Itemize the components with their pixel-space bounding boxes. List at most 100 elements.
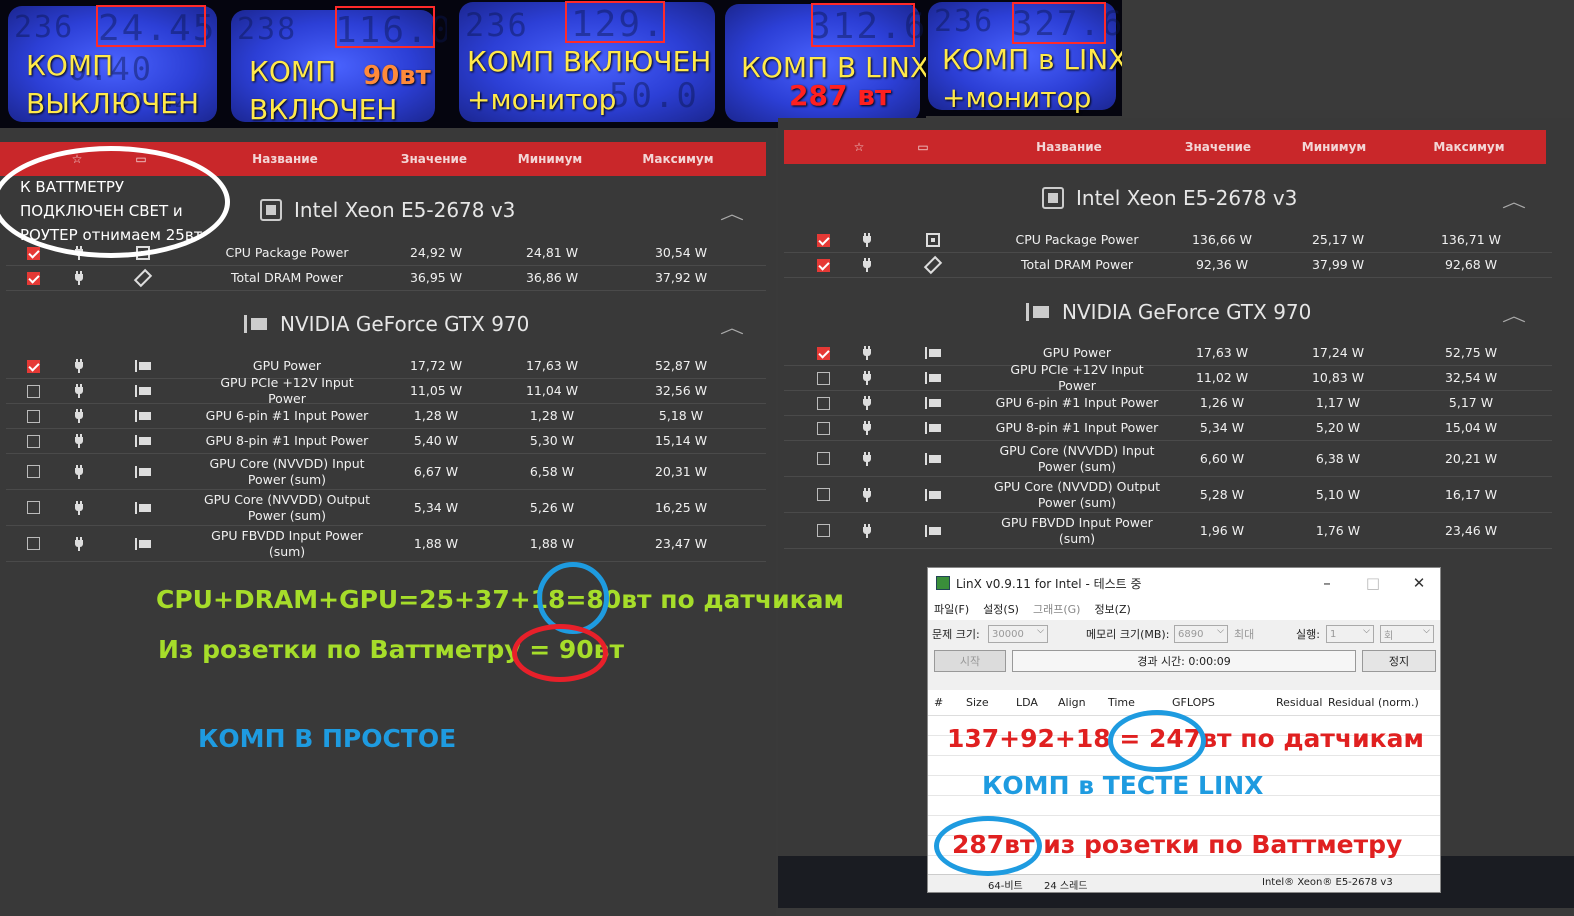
sensor-row[interactable]: GPU FBVDD Input Power (sum) 1,96 W 1,76 W 2…: [784, 513, 1552, 549]
row-checkbox[interactable]: [816, 396, 830, 410]
collapse-chevron-icon[interactable]: ︿: [720, 200, 744, 224]
row-checkbox-cell[interactable]: [808, 477, 838, 512]
row-checkbox[interactable]: [26, 384, 40, 398]
row-checkbox-cell[interactable]: [18, 429, 48, 453]
column-value[interactable]: Значение: [384, 142, 484, 176]
row-checkbox-cell[interactable]: [18, 454, 48, 489]
menu-file[interactable]: 파일(F): [934, 601, 969, 617]
menu-info[interactable]: 정보(Z): [1094, 601, 1130, 617]
sensor-row[interactable]: GPU Core (NVVDD) Input Power (sum) 6,60 W…: [784, 441, 1552, 477]
collapse-chevron-icon[interactable]: ︿: [1502, 302, 1526, 326]
row-checkbox[interactable]: [816, 346, 830, 360]
column-min[interactable]: Минимум: [500, 142, 600, 176]
col-residual[interactable]: Residual: [1276, 696, 1322, 709]
row-checkbox[interactable]: [26, 537, 40, 550]
gpu-device-header[interactable]: NVIDIA GeForce GTX 970: [244, 312, 529, 336]
plug-icon-cell: [852, 441, 882, 476]
run-count-value: 1: [1330, 628, 1337, 640]
wattmeter-photo-1: 236 24.45 0.40 50 Hz КОМП ВЫКЛЮЧЕН: [0, 0, 225, 128]
problem-size-select[interactable]: 30000 ⌵: [988, 625, 1048, 643]
column-max[interactable]: Максимум: [1404, 130, 1534, 164]
row-checkbox-cell[interactable]: [808, 391, 838, 415]
row-checkbox-cell[interactable]: [808, 366, 838, 390]
start-button[interactable]: 시작: [934, 650, 1006, 672]
row-checkbox-cell[interactable]: [18, 354, 48, 378]
column-name[interactable]: Название: [984, 130, 1154, 164]
row-checkbox-cell[interactable]: [18, 266, 48, 290]
row-checkbox-cell[interactable]: [808, 416, 838, 440]
col-index[interactable]: #: [934, 696, 943, 709]
row-checkbox-cell[interactable]: [18, 490, 48, 525]
column-name[interactable]: Название: [200, 142, 370, 176]
menu-settings[interactable]: 설정(S): [983, 601, 1019, 617]
row-checkbox[interactable]: [816, 488, 830, 501]
row-checkbox[interactable]: [816, 233, 830, 247]
row-checkbox[interactable]: [816, 371, 830, 385]
col-residual-norm[interactable]: Residual (norm.): [1328, 696, 1419, 709]
run-count-select[interactable]: 1 ⌵: [1326, 625, 1374, 643]
close-button[interactable]: ✕: [1396, 568, 1442, 598]
row-checkbox[interactable]: [26, 501, 40, 514]
sensor-value: 5,28 W: [1199, 486, 1245, 502]
menu-graph[interactable]: 그래프(G): [1033, 601, 1080, 617]
sensor-row[interactable]: GPU 6-pin #1 Input Power 1,26 W 1,17 W 5,17…: [784, 391, 1552, 416]
sensor-row[interactable]: GPU PCIe +12V Input Power 11,02 W 10,83 W 3…: [784, 362, 1552, 393]
column-min[interactable]: Минимум: [1284, 130, 1384, 164]
sum-suffix: по датчикам: [651, 585, 844, 614]
sensor-row[interactable]: GPU PCIe +12V Input Power 11,05 W 11,04 W 3…: [6, 375, 766, 406]
lcd-voltage: 236: [14, 10, 75, 45]
row-checkbox-cell[interactable]: [18, 379, 48, 403]
sensor-value: 5,40 W: [413, 433, 459, 449]
col-size[interactable]: Size: [966, 696, 989, 709]
row-checkbox[interactable]: [816, 421, 830, 435]
col-align[interactable]: Align: [1058, 696, 1086, 709]
sensor-row[interactable]: GPU 8-pin #1 Input Power 5,34 W 5,20 W 15,0…: [784, 416, 1552, 441]
memory-size-select[interactable]: 6890 ⌵: [1174, 625, 1228, 643]
sensor-row[interactable]: CPU Package Power 136,66 W 25,17 W 136,71 W: [784, 228, 1552, 253]
sensor-row[interactable]: GPU 8-pin #1 Input Power 5,40 W 5,30 W 15,1…: [6, 429, 766, 454]
collapse-chevron-icon[interactable]: ︿: [1502, 188, 1526, 212]
sensor-row[interactable]: Total DRAM Power 92,36 W 37,99 W 92,68 W: [784, 253, 1552, 278]
max-label[interactable]: 최대: [1234, 626, 1254, 642]
row-checkbox-cell[interactable]: [808, 341, 838, 365]
col-lda[interactable]: LDA: [1016, 696, 1038, 709]
row-checkbox-cell[interactable]: [808, 441, 838, 476]
row-checkbox-cell[interactable]: [808, 253, 838, 277]
row-checkbox[interactable]: [816, 452, 830, 465]
row-checkbox[interactable]: [26, 271, 40, 285]
collapse-chevron-icon[interactable]: ︿: [720, 314, 744, 338]
row-checkbox[interactable]: [26, 409, 40, 423]
col-gflops[interactable]: GFLOPS: [1172, 696, 1215, 709]
maximize-button[interactable]: □: [1350, 568, 1396, 598]
photo-watt-note: 287 вт: [789, 79, 892, 112]
row-checkbox[interactable]: [816, 258, 830, 272]
row-checkbox-cell[interactable]: [808, 228, 838, 252]
row-checkbox-cell[interactable]: [18, 526, 48, 561]
column-max[interactable]: Максимум: [620, 142, 736, 176]
sensor-row[interactable]: GPU Power 17,72 W 17,63 W 52,87 W: [6, 354, 766, 379]
row-checkbox-cell[interactable]: [18, 404, 48, 428]
sensor-row[interactable]: GPU 6-pin #1 Input Power 1,28 W 1,28 W 5,18…: [6, 404, 766, 429]
row-checkbox[interactable]: [26, 465, 40, 478]
sensor-row[interactable]: GPU FBVDD Input Power (sum) 1,88 W 1,88 W 2…: [6, 526, 766, 562]
sensor-row[interactable]: GPU Power 17,63 W 17,24 W 52,75 W: [784, 341, 1552, 366]
row-checkbox[interactable]: [816, 524, 830, 537]
cpu-device-header[interactable]: Intel Xeon E5-2678 v3: [260, 198, 515, 222]
gpu-device-header[interactable]: NVIDIA GeForce GTX 970: [1026, 300, 1311, 324]
sensor-row[interactable]: GPU Core (NVVDD) Input Power (sum) 6,67 W…: [6, 454, 766, 490]
sensor-row[interactable]: GPU Core (NVVDD) Output Power (sum) 5,34 …: [6, 490, 766, 526]
sensor-row[interactable]: GPU Core (NVVDD) Output Power (sum) 5,28 …: [784, 477, 1552, 513]
row-checkbox[interactable]: [26, 246, 40, 260]
monitor-icon[interactable]: ▭: [908, 130, 938, 164]
run-unit-select[interactable]: 회 ⌵: [1380, 625, 1434, 643]
stop-button[interactable]: 정지: [1362, 650, 1436, 672]
row-checkbox-cell[interactable]: [808, 513, 838, 548]
column-value[interactable]: Значение: [1168, 130, 1268, 164]
row-checkbox[interactable]: [26, 359, 40, 373]
cpu-device-header[interactable]: Intel Xeon E5-2678 v3: [1042, 186, 1297, 210]
sensor-row[interactable]: Total DRAM Power 36,95 W 36,86 W 37,92 W: [6, 266, 766, 291]
favorite-star-icon[interactable]: ☆: [844, 130, 874, 164]
col-time[interactable]: Time: [1108, 696, 1135, 709]
row-checkbox[interactable]: [26, 434, 40, 448]
minimize-button[interactable]: –: [1304, 568, 1350, 598]
